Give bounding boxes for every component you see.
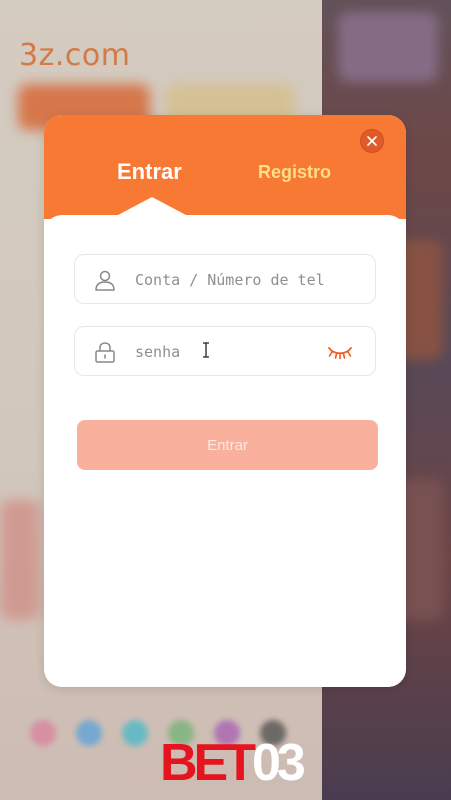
bet03-watermark: BET03 (160, 733, 306, 793)
watermark-bet: BET (160, 734, 256, 792)
login-modal: Entrar Registro (44, 115, 406, 687)
close-icon (367, 136, 377, 146)
close-button[interactable] (360, 129, 384, 153)
user-icon (95, 270, 115, 291)
active-tab-indicator (118, 197, 186, 215)
eye-closed-icon[interactable] (327, 343, 353, 361)
password-field[interactable] (74, 326, 376, 376)
tab-login[interactable]: Entrar (117, 159, 182, 185)
lock-icon (95, 342, 115, 363)
text-cursor-icon (203, 342, 209, 358)
password-input[interactable] (135, 339, 325, 365)
account-input[interactable] (135, 267, 325, 293)
tab-register[interactable]: Registro (258, 162, 331, 183)
account-field[interactable] (74, 254, 376, 304)
watermark-number: 03 (252, 734, 306, 792)
modal-header: Entrar Registro (44, 115, 406, 219)
login-submit-button[interactable]: Entrar (77, 420, 378, 470)
